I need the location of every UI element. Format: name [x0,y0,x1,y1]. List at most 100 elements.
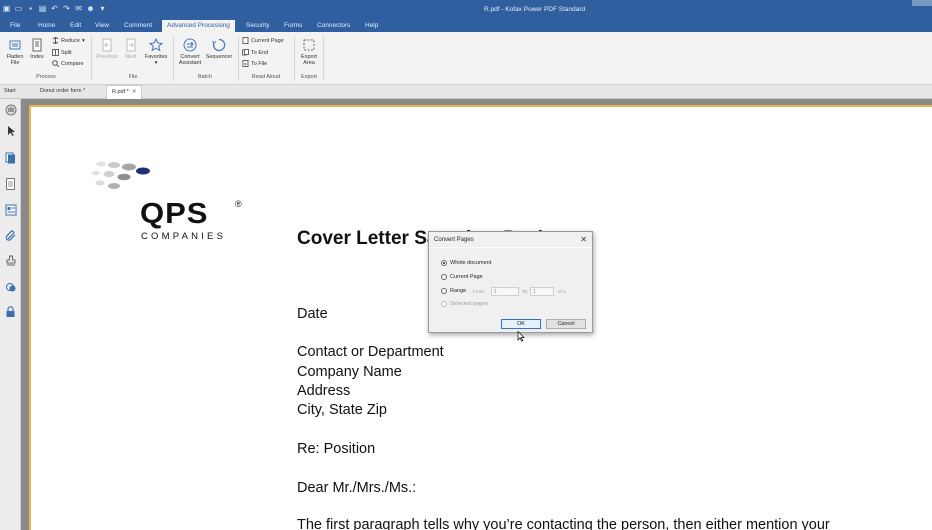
hand-tool-icon[interactable] [4,103,17,116]
pages-panel-icon[interactable] [4,151,17,164]
pages-icon [242,49,249,56]
open-folder-icon[interactable]: ▭ [14,4,23,14]
doc-tab-start[interactable]: Start [4,88,16,94]
app-icon: ▣ [2,4,11,13]
tab-advanced-processing[interactable]: Advanced Processing [162,20,235,32]
logo-subtitle: COMPANIES [141,231,227,242]
attachments-panel-icon[interactable] [4,229,17,242]
favorites-button[interactable]: Favorites ▾ [142,38,170,66]
reduce-dropdown-icon: ▾ [81,37,85,44]
arrow-cursor-icon [7,125,15,136]
tab-security[interactable]: Security [246,22,269,29]
page-icon [242,37,249,44]
user-icon[interactable]: ☻ [86,4,95,14]
bookmarks-icon [5,204,16,215]
ribbon-separator [173,36,174,81]
logo-wordmark: QPS [140,197,209,230]
convert-assistant-button[interactable]: Convert Assistant [176,38,204,66]
left-toolbar [0,99,21,530]
file-audio-icon [242,60,249,67]
range-label: Range [450,288,467,294]
process-group-label: Process [36,74,56,80]
doc-contact: Contact or Department [297,344,444,360]
print-icon[interactable]: ▤ [38,4,47,14]
convert-assistant-icon [183,38,197,52]
bookmarks-panel-icon[interactable] [4,203,17,216]
layers-panel-icon[interactable] [4,280,17,293]
convert-pages-dialog: Convert Pages ✕ Whole document Current P… [428,231,593,333]
selected-pages-radio[interactable]: Selected pages [441,301,488,307]
dialog-close-icon[interactable]: ✕ [580,235,587,244]
current-page-radio[interactable]: Current Page [441,274,483,280]
index-label: Index [30,54,44,60]
range-of-label: of 1 [558,289,566,294]
star-icon [149,38,163,52]
previous-icon [102,38,112,52]
whole-document-radio[interactable]: Whole document [441,260,491,266]
document-tabs: Start Donut order form * R.pdf * ✕ [0,85,932,99]
current-page-label: Current Page [251,37,284,44]
ribbon-separator [238,36,239,81]
convert-assistant-label: Convert Assistant [178,54,202,66]
compare-button[interactable]: Compare [52,60,84,67]
next-button[interactable]: Next [122,38,140,60]
tab-file[interactable]: File [10,22,20,29]
quick-access-toolbar: ▣ ▭ ▪ ▤ ↶ ↷ ✉ ☻ ▾ [2,4,107,14]
doc-paragraph: The first paragraph tells why you’re con… [297,517,830,530]
tab-connectors[interactable]: Connectors [317,22,350,29]
range-from-input[interactable]: 1 [491,287,519,296]
document-panel-icon[interactable] [4,177,17,190]
doc-salutation: Dear Mr./Mrs./Ms.: [297,480,417,496]
pages-icon [5,152,15,163]
doc-tab-rpdf[interactable]: R.pdf * ✕ [106,85,143,99]
split-label: Split [61,49,72,56]
batch-group-label: Batch [197,74,213,80]
window-title: R.pdf - Kofax Power PDF Standard [484,6,586,13]
save-icon[interactable]: ▪ [26,4,35,14]
ribbon-separator [323,36,324,81]
split-button[interactable]: Split [52,49,72,56]
security-panel-icon[interactable] [4,305,17,318]
radio-icon [441,301,447,307]
email-icon[interactable]: ✉ [74,4,83,14]
read-current-page-button[interactable]: Current Page [242,37,284,44]
range-radio[interactable]: Range [441,288,466,294]
reduce-button[interactable]: Reduce ▾ [52,37,85,44]
flatten-label: Flatten File [6,54,24,66]
tab-home[interactable]: Home [38,22,55,29]
tab-view[interactable]: View [95,22,109,29]
select-tool-icon[interactable] [4,124,17,137]
stamp-panel-icon[interactable] [4,254,17,267]
sequencer-button[interactable]: Sequencer [204,38,234,60]
undo-icon[interactable]: ↶ [50,4,59,14]
document-icon [6,177,15,190]
cancel-button[interactable]: Cancel [546,319,586,329]
next-icon [126,38,136,52]
customize-qat-icon[interactable]: ▾ [98,4,107,14]
dialog-title: Convert Pages [434,237,474,243]
tab-help[interactable]: Help [365,22,378,29]
logo-registered-mark: ® [235,199,242,209]
close-tab-icon[interactable]: ✕ [132,89,137,95]
tab-edit[interactable]: Edit [70,22,81,29]
reduce-icon [52,37,59,44]
flatten-file-button[interactable]: Flatten File [4,38,26,66]
index-button[interactable]: Index [28,38,46,60]
title-bar: ▣ ▭ ▪ ▤ ↶ ↷ ✉ ☻ ▾ R.pdf - Kofax Power PD… [0,0,932,19]
read-to-file-button[interactable]: To File [242,60,267,67]
sequencer-icon [212,38,226,52]
ok-button[interactable]: OK [501,319,541,329]
export-area-button[interactable]: Export Area [297,38,321,66]
range-to-input[interactable]: 1 [530,287,554,296]
redo-icon[interactable]: ↷ [62,4,71,14]
doc-tab-donut-order-form[interactable]: Donut order form * [40,88,85,94]
doc-address: Address [297,383,351,399]
doc-company: Company Name [297,364,402,380]
previous-label: Previous [96,54,118,60]
previous-button[interactable]: Previous [95,38,119,60]
read-to-end-button[interactable]: To End [242,49,268,56]
stamp-icon [6,255,15,265]
tab-comment[interactable]: Comment [124,22,152,29]
flatten-icon [9,40,21,50]
tab-forms[interactable]: Forms [284,22,302,29]
